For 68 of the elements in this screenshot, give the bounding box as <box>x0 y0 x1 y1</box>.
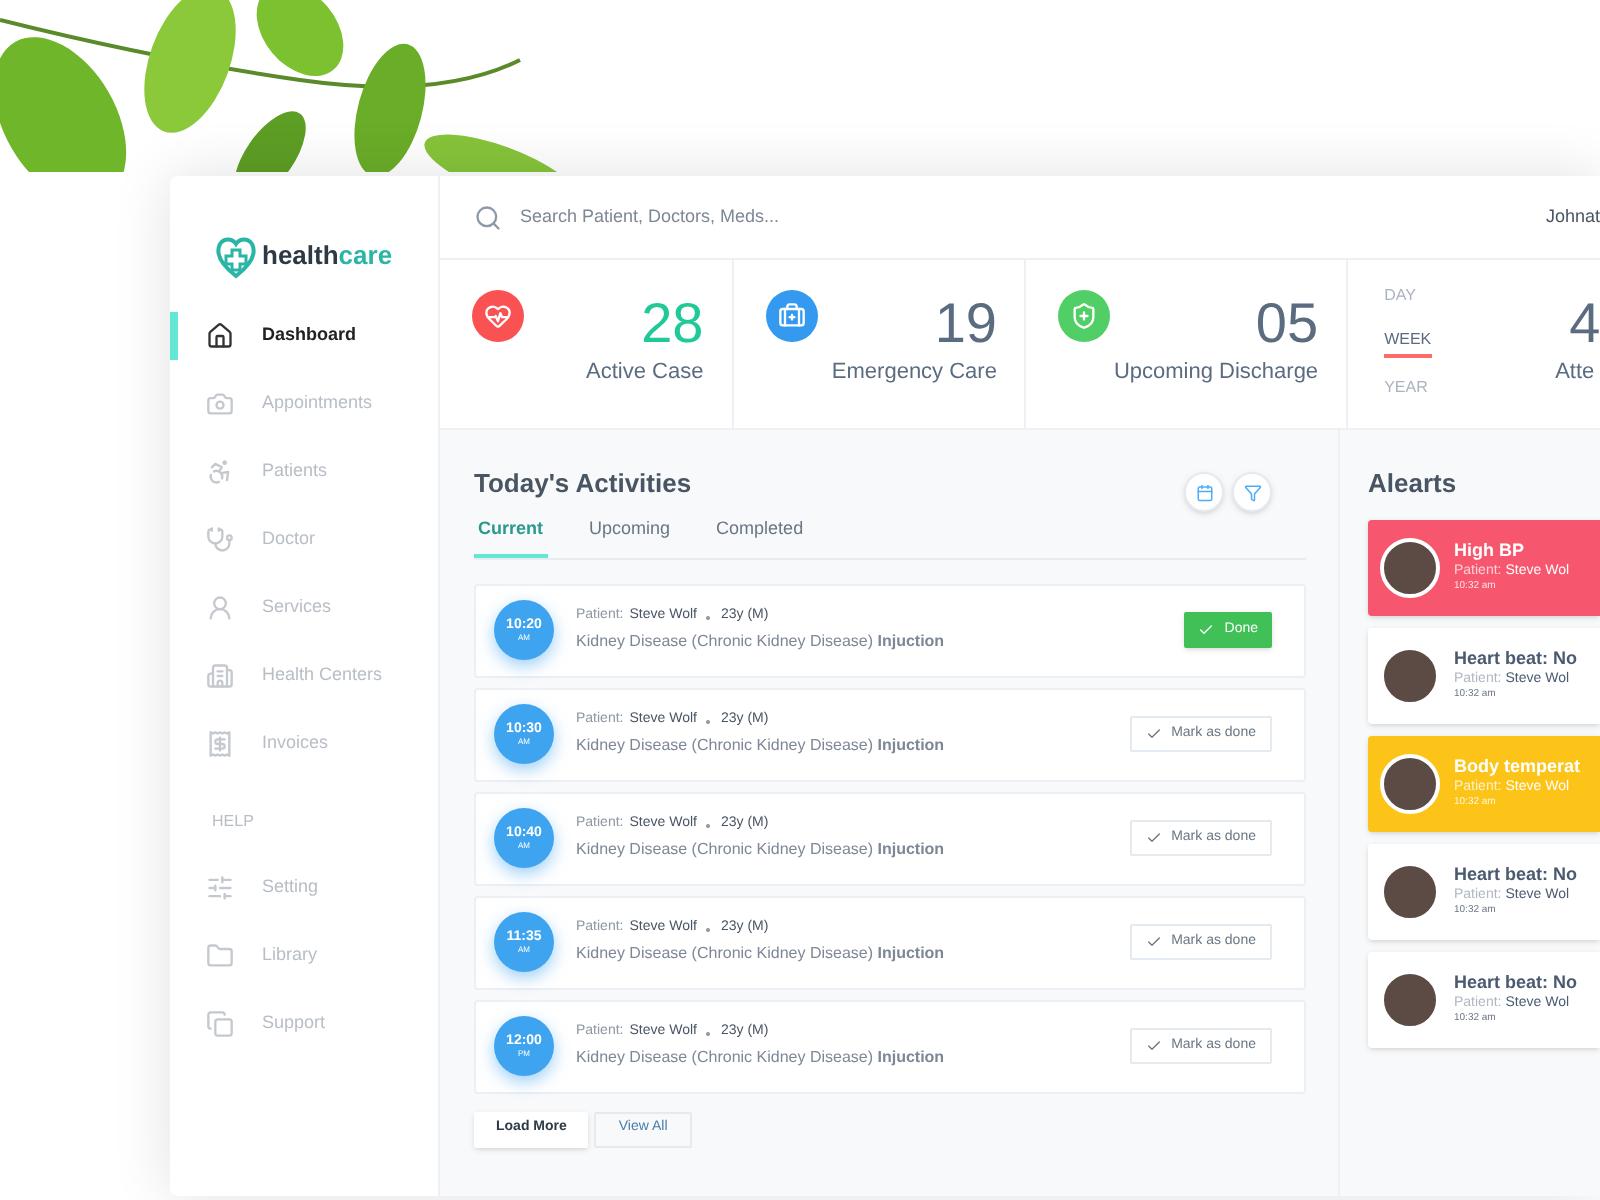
calendar-icon <box>1195 483 1213 501</box>
calendar-button[interactable] <box>1184 472 1224 512</box>
check-icon <box>1145 830 1162 846</box>
search-field[interactable]: Search Patient, Doctors, Meds... <box>520 203 1120 231</box>
activity-description: Kidney Disease (Chronic Kidney Disease) Injuction <box>576 941 945 966</box>
check-icon <box>1198 622 1215 638</box>
stethoscope-icon <box>206 526 234 554</box>
user-name[interactable]: Johnat <box>1545 203 1600 231</box>
avatar <box>1380 537 1440 597</box>
nav-item[interactable]: Health Centers <box>262 662 383 690</box>
stat-label: Atte <box>1555 358 1595 388</box>
period-tab[interactable]: YEAR <box>1384 376 1428 402</box>
nav-item[interactable]: Patients <box>262 458 328 486</box>
camera-icon <box>206 390 234 418</box>
nav-item[interactable]: Services <box>262 594 332 622</box>
logo-text: care <box>338 238 393 275</box>
nav-item[interactable]: Invoices <box>262 730 329 758</box>
activity-tab[interactable]: Upcoming <box>585 516 675 557</box>
building-icon <box>206 662 234 690</box>
sliders-icon <box>206 874 234 902</box>
stat-value: 28 <box>641 292 704 356</box>
nav-item[interactable]: Setting <box>262 874 319 902</box>
alert-title: Heart beat: No <box>1454 648 1578 671</box>
heart-pulse-icon <box>484 302 512 330</box>
alert-title: Heart beat: No <box>1454 972 1578 995</box>
stat-label: Active Case <box>586 358 704 388</box>
activity-tab[interactable]: Completed <box>712 516 808 557</box>
check-icon <box>1145 1038 1162 1054</box>
folder-icon <box>206 942 234 970</box>
alert-title: Body temperat <box>1454 756 1581 779</box>
person-icon <box>206 594 234 622</box>
logo-text: health <box>262 238 339 275</box>
nav-item[interactable]: Support <box>262 1010 326 1038</box>
nav-item[interactable]: Appointments <box>262 390 373 418</box>
section-title: Alearts <box>1368 466 1459 502</box>
active-indicator <box>170 312 178 360</box>
stat-value: 4 <box>1569 292 1600 356</box>
activity-tab[interactable]: Current <box>474 516 548 557</box>
stat-label: Emergency Care <box>831 358 997 388</box>
stat-label: Upcoming Discharge <box>1113 358 1319 388</box>
heart-cross-logo-icon <box>214 232 258 280</box>
activity-description: Kidney Disease (Chronic Kidney Disease) Injuction <box>576 733 945 758</box>
avatar <box>1380 753 1440 813</box>
nav-item[interactable]: Doctor <box>262 526 316 554</box>
copy-icon <box>206 1010 234 1038</box>
alert-title: Heart beat: No <box>1454 864 1578 887</box>
section-heading: HELP <box>210 810 256 834</box>
activity-description: Kidney Disease (Chronic Kidney Disease) Injuction <box>576 629 945 654</box>
medical-kit-icon <box>777 302 806 330</box>
activity-description: Kidney Disease (Chronic Kidney Disease) Injuction <box>576 837 945 862</box>
shield-icon <box>1070 302 1099 330</box>
check-icon <box>1145 726 1162 742</box>
receipt-icon <box>206 730 234 758</box>
stat-value: 19 <box>934 292 997 356</box>
activity-description: Kidney Disease (Chronic Kidney Disease) Injuction <box>576 1045 945 1070</box>
period-tab[interactable]: WEEK <box>1384 328 1432 358</box>
check-icon <box>1145 934 1162 950</box>
wheelchair-icon <box>206 458 234 486</box>
alert-title: High BP <box>1454 540 1526 563</box>
stat-value: 05 <box>1255 292 1319 356</box>
section-title: Today's Activities <box>474 466 692 502</box>
filter-button[interactable] <box>1232 472 1272 512</box>
nav-item[interactable]: Dashboard <box>262 322 357 350</box>
nav-item[interactable]: Library <box>262 942 318 970</box>
filter-icon <box>1243 483 1261 501</box>
home-icon <box>206 322 234 350</box>
period-tab[interactable]: DAY <box>1384 284 1416 310</box>
search-icon <box>474 203 502 231</box>
